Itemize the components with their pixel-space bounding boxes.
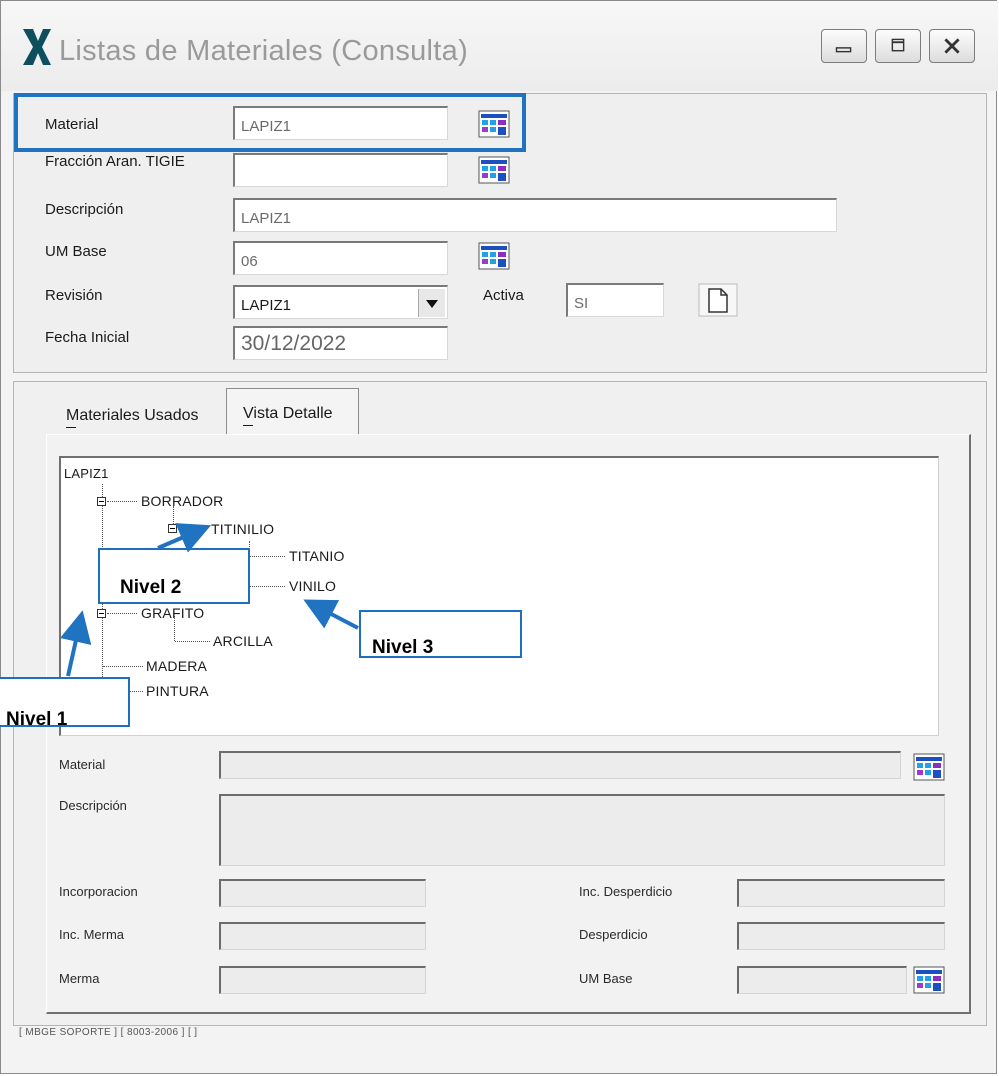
activa-label: Activa — [483, 287, 524, 304]
tree-node-madera[interactable]: MADERA — [146, 658, 207, 674]
tree-node-root[interactable]: LAPIZ1 — [64, 466, 109, 481]
detail-material-label: Material — [59, 757, 106, 772]
tree-connector — [103, 666, 143, 667]
title-bar: Listas de Materiales (Consulta) — [1, 1, 998, 91]
desperdicio-label: Desperdicio — [579, 927, 648, 942]
tree-node-vinilo[interactable]: VINILO — [289, 578, 336, 594]
detail-um-base-field[interactable] — [737, 966, 907, 994]
app-logo-icon — [23, 29, 51, 65]
window-title: Listas de Materiales (Consulta) — [59, 35, 469, 67]
lookup-icon[interactable] — [478, 241, 510, 271]
tab-vista-detalle[interactable]: Vista Detalle — [243, 405, 333, 423]
tree-connector — [107, 501, 137, 502]
lookup-icon[interactable] — [913, 752, 945, 782]
tree-node-pintura[interactable]: PINTURA — [146, 683, 209, 699]
tree-node-arcilla[interactable]: ARCILLA — [213, 633, 273, 649]
revision-value: LAPIZ1 — [241, 297, 292, 314]
tree-collapse-icon[interactable] — [97, 609, 106, 618]
chevron-down-icon[interactable] — [418, 289, 445, 317]
tab-mnemonic-underline — [66, 427, 76, 428]
minimize-icon — [835, 47, 852, 53]
nivel-2-label: Nivel 2 — [120, 577, 182, 598]
restore-icon — [891, 38, 905, 52]
descripcion-field[interactable]: LAPIZ1 — [233, 198, 837, 232]
close-button[interactable] — [929, 29, 975, 63]
restore-button[interactable] — [875, 29, 921, 63]
tab-materiales-usados[interactable]: Materiales Usados — [66, 407, 199, 425]
tree-node-titinilio[interactable]: TITINILIO — [211, 521, 274, 537]
minimize-button[interactable] — [821, 29, 867, 63]
inc-merma-label: Inc. Merma — [59, 927, 125, 942]
um-base-field[interactable]: 06 — [233, 241, 448, 275]
app-window: Listas de Materiales (Consulta) Material… — [0, 0, 998, 1074]
fraccion-field[interactable] — [233, 153, 448, 187]
desperdicio-field[interactable] — [737, 922, 945, 950]
fecha-inicial-label: Fecha Inicial — [45, 329, 130, 346]
incorporacion-label: Incorporacion — [59, 884, 138, 899]
lookup-icon[interactable] — [913, 965, 945, 995]
document-icon[interactable] — [697, 282, 739, 318]
tree-connector — [178, 528, 198, 529]
tree-connector — [107, 613, 137, 614]
fraccion-label: Fracción Aran. TIGIE — [45, 153, 185, 170]
lookup-icon[interactable] — [478, 155, 510, 185]
nivel-1-label: Nivel 1 — [6, 709, 68, 730]
nivel-3-label: Nivel 3 — [372, 637, 434, 658]
status-bar: [ MBGE SOPORTE ] [ 8003-2006 ] [ ] — [19, 1027, 198, 1038]
tab-mnemonic-underline — [243, 425, 253, 426]
fecha-inicial-field[interactable]: 30/12/2022 — [233, 326, 448, 360]
activa-field[interactable]: SI — [566, 283, 664, 317]
merma-label: Merma — [59, 971, 100, 986]
tree-connector — [250, 556, 285, 557]
detail-material-field[interactable] — [219, 751, 901, 779]
material-highlight-box — [14, 93, 526, 152]
merma-field[interactable] — [219, 966, 426, 994]
tree-connector — [250, 586, 285, 587]
detail-descripcion-label: Descripción — [59, 798, 127, 813]
close-icon — [944, 38, 960, 54]
detail-um-base-label: UM Base — [579, 971, 633, 986]
incorporacion-field[interactable] — [219, 879, 426, 907]
inc-desperdicio-field[interactable] — [737, 879, 945, 907]
revision-label: Revisión — [45, 287, 103, 304]
tree-connector — [175, 641, 210, 642]
revision-select[interactable]: LAPIZ1 — [233, 285, 448, 319]
inc-merma-field[interactable] — [219, 922, 426, 950]
tree-node-grafito[interactable]: GRAFITO — [141, 605, 204, 621]
tree-node-titanio[interactable]: TITANIO — [289, 548, 345, 564]
tree-collapse-icon[interactable] — [97, 497, 106, 506]
tree-node-borrador[interactable]: BORRADOR — [141, 493, 224, 509]
tree-collapse-icon[interactable] — [168, 524, 177, 533]
um-base-label: UM Base — [45, 243, 107, 260]
detail-descripcion-field[interactable] — [219, 794, 945, 866]
descripcion-label: Descripción — [45, 201, 124, 218]
inc-desperdicio-label: Inc. Desperdicio — [579, 884, 673, 899]
